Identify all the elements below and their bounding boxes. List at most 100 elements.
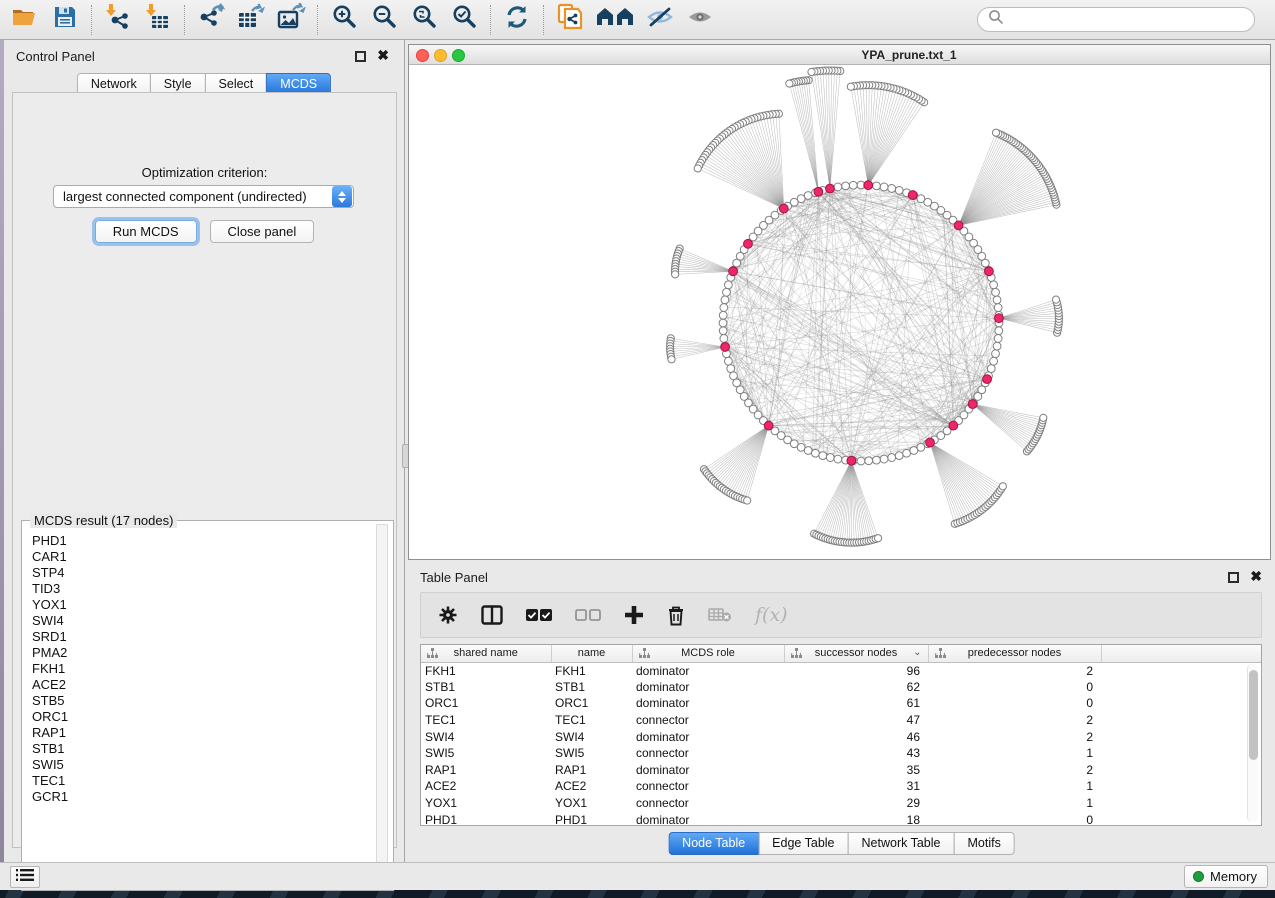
mcds-result-item[interactable]: GCR1: [32, 789, 373, 805]
show-panel-list-button[interactable]: [10, 866, 40, 888]
table-settings-gear-icon[interactable]: [438, 605, 458, 625]
import-table-button[interactable]: [141, 4, 175, 36]
select-all-checkboxes-icon[interactable]: [526, 608, 552, 622]
table-row[interactable]: ACE2ACE2connector311: [421, 778, 1261, 795]
hide-selected-button[interactable]: [643, 4, 677, 36]
node-table[interactable]: shared namenameMCDS rolesuccessor nodes⌄…: [421, 645, 1261, 826]
function-builder-icon[interactable]: f(x): [755, 604, 788, 626]
zoom-in-button[interactable]: [327, 4, 361, 36]
column-header-successor-nodes[interactable]: successor nodes⌄: [784, 645, 928, 662]
export-network-icon: [196, 3, 226, 36]
add-column-icon[interactable]: [624, 605, 644, 625]
delete-column-icon[interactable]: [667, 605, 685, 626]
mcds-result-item[interactable]: PHD1: [32, 533, 373, 549]
close-table-panel-icon[interactable]: ✖: [1250, 569, 1262, 583]
cell-shared-name: RAP1: [421, 762, 551, 779]
mcds-result-item[interactable]: TID3: [32, 581, 373, 597]
optimization-criterion-select[interactable]: largest connected component (undirected): [53, 185, 354, 208]
toolbar-separator: [317, 5, 318, 35]
cell-name: YOX1: [551, 795, 632, 812]
table-row[interactable]: SWI5SWI5connector431: [421, 745, 1261, 762]
cell-mcds-role: dominator: [632, 679, 784, 696]
table-row[interactable]: FKH1FKH1dominator962: [421, 662, 1261, 679]
column-header-shared-name[interactable]: shared name: [421, 645, 551, 662]
window-minimize-light[interactable]: [434, 49, 447, 62]
mcds-result-item[interactable]: SRD1: [32, 629, 373, 645]
clone-network-button[interactable]: [553, 4, 587, 36]
network-window-titlebar[interactable]: YPA_prune.txt_1: [409, 45, 1270, 65]
deselect-all-checkboxes-icon[interactable]: [575, 608, 601, 622]
table-row[interactable]: TEC1TEC1connector472: [421, 712, 1261, 729]
mcds-result-item[interactable]: ORC1: [32, 709, 373, 725]
delete-table-icon[interactable]: [708, 607, 732, 623]
float-panel-icon[interactable]: [355, 51, 366, 62]
save-session-button[interactable]: [48, 4, 82, 36]
cell-successor-nodes: 31: [784, 778, 928, 795]
mcds-result-item[interactable]: RAP1: [32, 725, 373, 741]
mcds-result-item[interactable]: PMA2: [32, 645, 373, 661]
mcds-result-item[interactable]: STP4: [32, 565, 373, 581]
zoom-fit-button[interactable]: [407, 4, 441, 36]
close-panel-icon[interactable]: ✖: [377, 48, 389, 62]
table-row[interactable]: YOX1YOX1connector291: [421, 795, 1261, 812]
open-file-button[interactable]: [8, 4, 42, 36]
table-row[interactable]: STB1STB1dominator620: [421, 679, 1261, 696]
window-zoom-light[interactable]: [452, 49, 465, 62]
import-network-button[interactable]: [101, 4, 135, 36]
memory-button[interactable]: Memory: [1184, 865, 1268, 888]
network-canvas[interactable]: [409, 65, 1270, 559]
zoom-out-button[interactable]: [367, 4, 401, 36]
search-input[interactable]: [1004, 12, 1244, 27]
table-tab-node-table[interactable]: Node Table: [668, 832, 759, 855]
export-network-button[interactable]: [194, 4, 228, 36]
column-header-predecessor-nodes[interactable]: predecessor nodes: [928, 645, 1101, 662]
mcds-result-item[interactable]: STB5: [32, 693, 373, 709]
zoom-fit-icon: [411, 4, 437, 35]
cell-mcds-role: dominator: [632, 762, 784, 779]
refresh-view-button[interactable]: [500, 4, 534, 36]
first-neighbors-button[interactable]: [593, 4, 637, 36]
zoom-selected-button[interactable]: [447, 4, 481, 36]
optimization-criterion-label: Optimization criterion:: [13, 165, 396, 180]
mcds-list-scrollbar[interactable]: [376, 524, 388, 887]
toolbar-separator: [543, 5, 544, 35]
window-close-light[interactable]: [416, 49, 429, 62]
column-header-name[interactable]: name: [551, 645, 632, 662]
mcds-result-item[interactable]: CAR1: [32, 549, 373, 565]
zoom-in-icon: [331, 4, 357, 35]
show-all-button[interactable]: [683, 4, 717, 36]
search-box[interactable]: [977, 7, 1255, 32]
export-image-button[interactable]: [274, 4, 308, 36]
mcds-result-item[interactable]: FKH1: [32, 661, 373, 677]
cell-successor-nodes: 46: [784, 728, 928, 745]
close-panel-button[interactable]: Close panel: [210, 220, 315, 243]
cell-predecessor-nodes: 2: [928, 762, 1101, 779]
mcds-result-item[interactable]: TEC1: [32, 773, 373, 789]
table-tab-motifs[interactable]: Motifs: [953, 832, 1014, 855]
mcds-result-item[interactable]: SWI5: [32, 757, 373, 773]
column-header-mcds-role[interactable]: MCDS role: [632, 645, 784, 662]
table-tab-network-table[interactable]: Network Table: [848, 832, 955, 855]
cell-mcds-role: connector: [632, 795, 784, 812]
cell-shared-name: ACE2: [421, 778, 551, 795]
cell-name: ORC1: [551, 695, 632, 712]
mcds-result-item[interactable]: YOX1: [32, 597, 373, 613]
mcds-result-item[interactable]: ACE2: [32, 677, 373, 693]
cell-name: ACE2: [551, 778, 632, 795]
export-table-button[interactable]: [234, 4, 268, 36]
column-type-icon: [639, 648, 650, 662]
float-table-panel-icon[interactable]: [1228, 572, 1239, 583]
table-tab-edge-table[interactable]: Edge Table: [758, 832, 848, 855]
mcds-result-item[interactable]: SWI4: [32, 613, 373, 629]
column-view-icon[interactable]: [481, 605, 503, 625]
run-mcds-button[interactable]: Run MCDS: [95, 220, 197, 243]
table-scrollbar[interactable]: [1247, 664, 1258, 822]
table-scrollbar-thumb[interactable]: [1249, 670, 1258, 760]
table-row[interactable]: RAP1RAP1dominator352: [421, 762, 1261, 779]
mcds-result-item[interactable]: STB1: [32, 741, 373, 757]
cell-successor-nodes: 96: [784, 662, 928, 679]
table-row[interactable]: PHD1PHD1dominator180: [421, 811, 1261, 826]
table-row[interactable]: SWI4SWI4dominator462: [421, 728, 1261, 745]
table-row[interactable]: ORC1ORC1dominator610: [421, 695, 1261, 712]
cell-mcds-role: connector: [632, 712, 784, 729]
